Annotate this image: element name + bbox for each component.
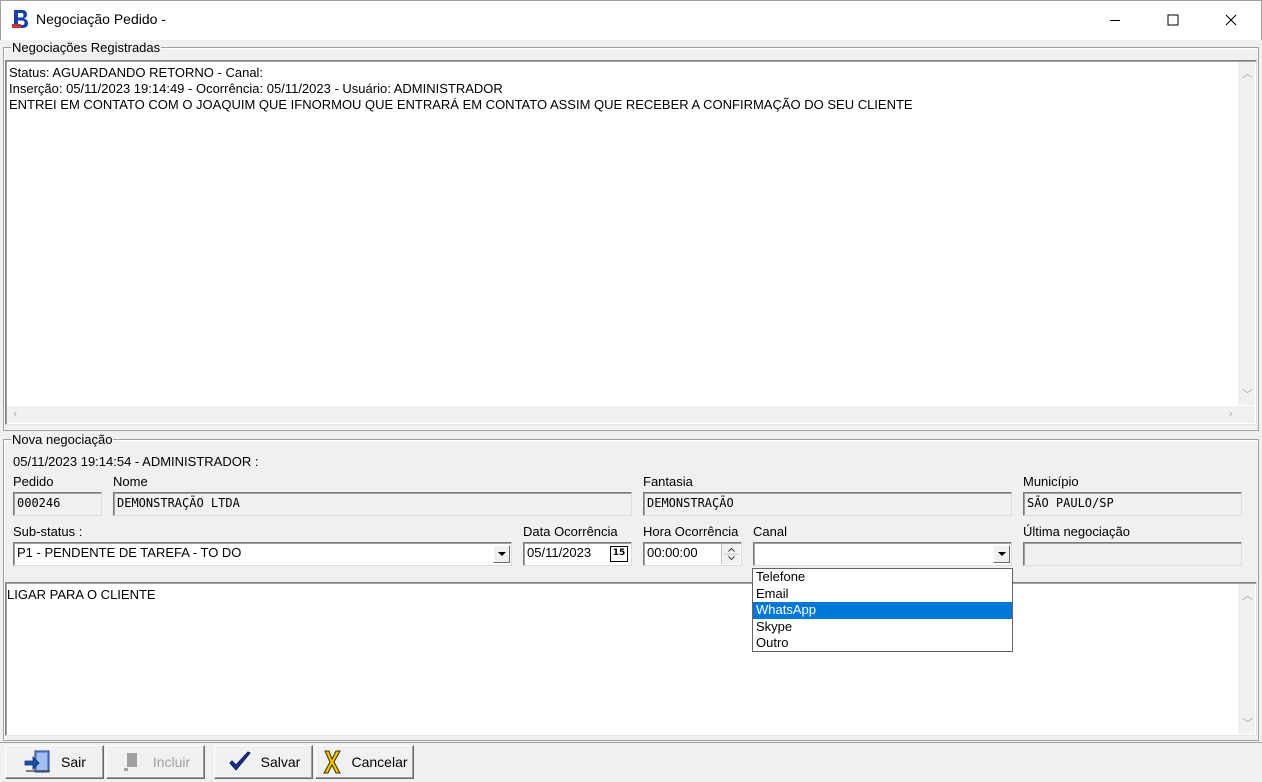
scroll-corner — [1238, 406, 1255, 423]
data-ocorrencia-label: Data Ocorrência — [523, 524, 618, 539]
nome-field: DEMONSTRAÇÃO LTDA — [113, 492, 632, 516]
ultima-negociacao-label: Última negociação — [1023, 524, 1130, 539]
toolbar-divider — [0, 742, 1262, 743]
memo-line-insertion: Inserção: 05/11/2023 19:14:49 - Ocorrênc… — [9, 81, 503, 96]
substatus-dropdown-button[interactable] — [493, 545, 510, 563]
chevron-down-icon — [497, 552, 506, 556]
calendar-icon[interactable]: 15 — [610, 546, 628, 562]
window-title: Negociação Pedido - — [36, 11, 166, 27]
cancelar-button[interactable]: Cancelar — [315, 745, 414, 779]
minimize-button[interactable] — [1086, 0, 1144, 40]
canal-dropdown-list[interactable]: Telefone Email WhatsApp Skype Outro — [752, 568, 1013, 652]
new-negotiation-legend: Nova negociação — [11, 432, 114, 447]
registered-negotiations-memo[interactable]: Status: AGUARDANDO RETORNO - Canal: Inse… — [5, 60, 1257, 425]
data-ocorrencia-field[interactable]: 05/11/2023 15 — [523, 542, 632, 566]
memo-vertical-scrollbar[interactable]: ︿ ﹀ — [1238, 62, 1255, 405]
scroll-right-icon[interactable]: › — [1229, 407, 1233, 420]
canal-option-telefone[interactable]: Telefone — [753, 569, 1012, 586]
salvar-label: Salvar — [260, 754, 301, 770]
note-text: LIGAR PARA O CLIENTE — [7, 587, 156, 602]
memo-content: Status: AGUARDANDO RETORNO - Canal: Inse… — [9, 65, 913, 113]
maximize-button[interactable] — [1144, 0, 1202, 40]
memo-line-status: Status: AGUARDANDO RETORNO - Canal: — [9, 65, 264, 80]
chevron-down-icon — [997, 552, 1006, 556]
sair-label: Sair — [61, 754, 86, 770]
hora-ocorrencia-label: Hora Ocorrência — [643, 524, 739, 539]
pedido-field: 000246 — [13, 492, 102, 516]
scroll-down-icon[interactable]: ﹀ — [1242, 715, 1253, 731]
title-bar — [0, 0, 1262, 40]
sair-button[interactable]: Sair — [5, 745, 104, 779]
close-icon — [1225, 14, 1237, 26]
canal-select[interactable] — [753, 542, 1012, 566]
scroll-down-icon[interactable]: ﹀ — [1242, 386, 1253, 402]
note-vertical-scrollbar[interactable]: ︿ ﹀ — [1238, 584, 1255, 734]
spinner-arrows-icon — [724, 547, 739, 561]
hora-ocorrencia-value: 00:00:00 — [647, 545, 698, 560]
salvar-button[interactable]: Salvar — [214, 745, 313, 779]
ultima-negociacao-field — [1023, 542, 1242, 566]
canal-option-skype[interactable]: Skype — [753, 619, 1012, 636]
fantasia-label: Fantasia — [643, 474, 693, 489]
hora-ocorrencia-field[interactable]: 00:00:00 — [643, 542, 742, 566]
cancelar-label: Cancelar — [351, 754, 408, 770]
scroll-up-icon[interactable]: ︿ — [1242, 587, 1253, 603]
maximize-icon — [1167, 14, 1179, 26]
new-negotiation-memo[interactable]: LIGAR PARA O CLIENTE ︿ ﹀ — [5, 582, 1257, 736]
pedido-label: Pedido — [13, 474, 54, 489]
add-document-icon — [123, 753, 137, 771]
memo-line-text: ENTREI EM CONTATO COM O JOAQUIM QUE IFNO… — [9, 97, 913, 112]
incluir-button[interactable]: Incluir — [106, 745, 205, 779]
exit-door-icon — [24, 750, 51, 773]
scroll-left-icon[interactable]: ‹ — [13, 407, 17, 420]
registered-negotiations-legend: Negociações Registradas — [11, 40, 162, 55]
municipio-field: SÃO PAULO/SP — [1023, 492, 1242, 516]
canal-label: Canal — [753, 524, 787, 539]
data-ocorrencia-value: 05/11/2023 — [527, 545, 592, 560]
app-logo-icon — [11, 9, 30, 29]
minimize-icon — [1110, 20, 1120, 21]
canal-option-whatsapp[interactable]: WhatsApp — [753, 602, 1012, 619]
memo-horizontal-scrollbar[interactable]: ‹ › — [7, 406, 1239, 423]
substatus-select[interactable]: P1 - PENDENTE DE TAREFA - TO DO — [13, 542, 512, 566]
fantasia-field: DEMONSTRAÇÃO — [643, 492, 1012, 516]
cancel-x-icon — [323, 750, 342, 774]
canal-dropdown-button[interactable] — [993, 545, 1010, 563]
checkmark-icon — [228, 751, 251, 771]
canal-option-email[interactable]: Email — [753, 586, 1012, 603]
substatus-label: Sub-status : — [13, 524, 83, 539]
time-spinner[interactable] — [721, 544, 740, 564]
nome-label: Nome — [113, 474, 148, 489]
canal-option-outro[interactable]: Outro — [753, 635, 1012, 652]
scroll-up-icon[interactable]: ︿ — [1242, 65, 1253, 81]
incluir-label: Incluir — [152, 754, 191, 770]
substatus-value: P1 - PENDENTE DE TAREFA - TO DO — [17, 545, 242, 560]
close-button[interactable] — [1202, 0, 1260, 40]
new-negotiation-header: 05/11/2023 19:14:54 - ADMINISTRADOR : — [13, 454, 259, 469]
municipio-label: Município — [1023, 474, 1079, 489]
